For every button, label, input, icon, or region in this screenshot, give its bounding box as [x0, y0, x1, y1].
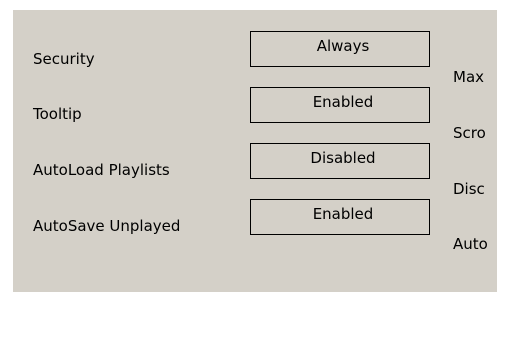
max-label: Max	[453, 68, 485, 86]
autoload-playlists-toggle-button[interactable]: Disabled	[250, 143, 430, 179]
settings-panel: Security Always Tooltip Enabled AutoLoad…	[13, 10, 497, 292]
tooltip-label: Tooltip	[33, 105, 82, 123]
security-toggle-button[interactable]: Always	[250, 31, 430, 67]
autoload-playlists-label: AutoLoad Playlists	[33, 161, 170, 179]
scroll-label: Scro	[453, 124, 486, 142]
disc-label: Disc	[453, 180, 485, 198]
auto-label: Auto	[453, 235, 488, 253]
autosave-unplayed-label: AutoSave Unplayed	[33, 217, 181, 235]
tooltip-toggle-button[interactable]: Enabled	[250, 87, 430, 123]
autosave-unplayed-toggle-button[interactable]: Enabled	[250, 199, 430, 235]
security-label: Security	[33, 50, 95, 68]
